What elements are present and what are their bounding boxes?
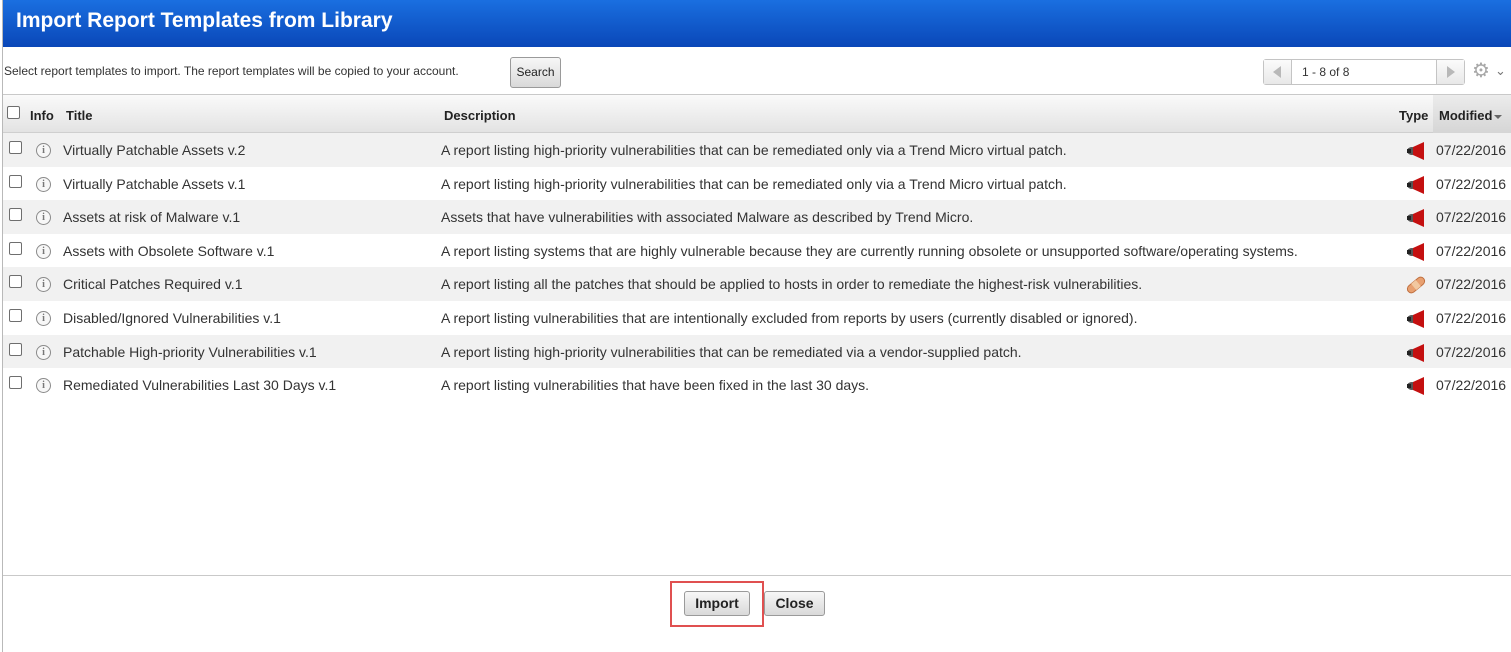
row-checkbox[interactable]	[9, 208, 22, 222]
row-description: A report listing vulnerabilities that ha…	[441, 377, 870, 394]
alert-megaphone-icon	[1405, 142, 1427, 160]
gear-icon[interactable]: ⚙	[1472, 61, 1490, 81]
alert-megaphone-icon	[1405, 209, 1427, 228]
row-checkbox[interactable]	[9, 376, 22, 390]
alert-megaphone-icon	[1405, 309, 1427, 328]
info-icon[interactable]: i	[36, 310, 51, 326]
row-description: A report listing high-priority vulnerabi…	[441, 142, 1067, 158]
row-modified: 07/22/2016	[1436, 209, 1507, 226]
row-title: Virtually Patchable Assets v.1	[63, 175, 246, 192]
column-modified-header[interactable]: Modified	[1433, 95, 1511, 133]
info-icon[interactable]: i	[36, 344, 51, 360]
row-title: Remediated Vulnerabilities Last 30 Days …	[63, 377, 337, 394]
row-modified: 07/22/2016	[1436, 276, 1507, 293]
row-checkbox[interactable]	[9, 275, 22, 289]
column-modified-label: Modified	[1439, 108, 1493, 123]
alert-megaphone-icon	[1405, 175, 1427, 194]
chevron-down-icon[interactable]: ⌄	[1495, 63, 1506, 79]
alert-megaphone-icon	[1405, 242, 1427, 261]
alert-megaphone-icon	[1405, 377, 1427, 396]
info-icon[interactable]: i	[36, 277, 51, 293]
column-description-header[interactable]: Description	[444, 108, 516, 123]
import-button[interactable]: Import	[684, 591, 750, 616]
info-icon[interactable]: i	[36, 378, 51, 394]
table-row[interactable]: i Assets with Obsolete Software v.1 A repo…	[3, 234, 1511, 268]
row-checkbox[interactable]	[9, 342, 22, 356]
row-modified: 07/22/2016	[1436, 142, 1507, 158]
row-checkbox[interactable]	[9, 174, 22, 188]
row-title: Assets at risk of Malware v.1	[63, 209, 241, 226]
toolbar: Select report templates to import. The r…	[3, 47, 1511, 95]
table-body: i Virtually Patchable Assets v.2 A report …	[3, 133, 1511, 574]
table-row[interactable]: i Virtually Patchable Assets v.1 A report …	[3, 167, 1511, 201]
table-header: Info Title Description Type Modified	[3, 95, 1511, 133]
row-description: A report listing vulnerabilities that ar…	[441, 309, 1138, 326]
row-description: A report listing high-priority vulnerabi…	[441, 343, 1022, 360]
import-templates-dialog: Import Report Templates from Library Sel…	[2, 0, 1511, 652]
column-title-header[interactable]: Title	[66, 108, 93, 123]
table-row[interactable]: i Virtually Patchable Assets v.2 A report …	[3, 133, 1511, 167]
previous-page-button[interactable]	[1264, 60, 1292, 84]
chevron-left-icon	[1273, 66, 1281, 78]
close-button[interactable]: Close	[764, 591, 825, 616]
table-row[interactable]: i Disabled/Ignored Vulnerabilities v.1 A r…	[3, 301, 1511, 335]
info-icon[interactable]: i	[36, 210, 51, 226]
row-modified: 07/22/2016	[1436, 175, 1507, 192]
column-type-header[interactable]: Type	[1399, 108, 1428, 123]
row-description: A report listing all the patches that sh…	[441, 276, 1143, 293]
row-checkbox[interactable]	[9, 308, 22, 322]
table-row[interactable]: i Critical Patches Required v.1 A report l…	[3, 267, 1511, 301]
row-modified: 07/22/2016	[1436, 377, 1507, 394]
column-info-header: Info	[30, 108, 54, 123]
info-icon[interactable]: i	[36, 243, 51, 259]
row-checkbox[interactable]	[9, 241, 22, 255]
row-description: Assets that have vulnerabilities with as…	[441, 209, 974, 226]
select-all-checkbox[interactable]	[7, 106, 20, 119]
row-modified: 07/22/2016	[1436, 309, 1507, 326]
row-title: Assets with Obsolete Software v.1	[63, 242, 275, 259]
table-row[interactable]: i Remediated Vulnerabilities Last 30 Days…	[3, 368, 1511, 402]
chevron-right-icon	[1447, 66, 1455, 78]
alert-megaphone-icon	[1405, 343, 1427, 362]
table-row[interactable]: i Patchable High-priority Vulnerabilities…	[3, 334, 1511, 369]
row-title: Virtually Patchable Assets v.2	[63, 142, 246, 158]
search-button[interactable]: Search	[510, 57, 561, 88]
row-description: A report listing systems that are highly…	[441, 242, 1298, 259]
intro-text: Select report templates to import. The r…	[4, 64, 459, 78]
info-icon[interactable]: i	[36, 143, 51, 158]
sort-descending-icon	[1494, 114, 1503, 119]
table-row[interactable]: i Assets at risk of Malware v.1 Assets tha…	[3, 200, 1511, 234]
row-modified: 07/22/2016	[1436, 242, 1507, 259]
row-title: Disabled/Ignored Vulnerabilities v.1	[63, 309, 281, 326]
patch-bandage-icon	[1405, 276, 1427, 294]
pager: 1 - 8 of 8	[1263, 59, 1465, 85]
row-title: Patchable High-priority Vulnerabilities …	[63, 343, 317, 360]
dialog-title: Import Report Templates from Library	[3, 0, 1511, 47]
row-description: A report listing high-priority vulnerabi…	[441, 175, 1067, 192]
dialog-footer: Import Close	[3, 575, 1511, 652]
pager-range: 1 - 8 of 8	[1302, 65, 1350, 79]
next-page-button[interactable]	[1436, 60, 1464, 84]
info-icon[interactable]: i	[36, 176, 51, 192]
row-modified: 07/22/2016	[1436, 343, 1507, 360]
row-checkbox[interactable]	[9, 141, 22, 154]
row-title: Critical Patches Required v.1	[63, 276, 243, 293]
